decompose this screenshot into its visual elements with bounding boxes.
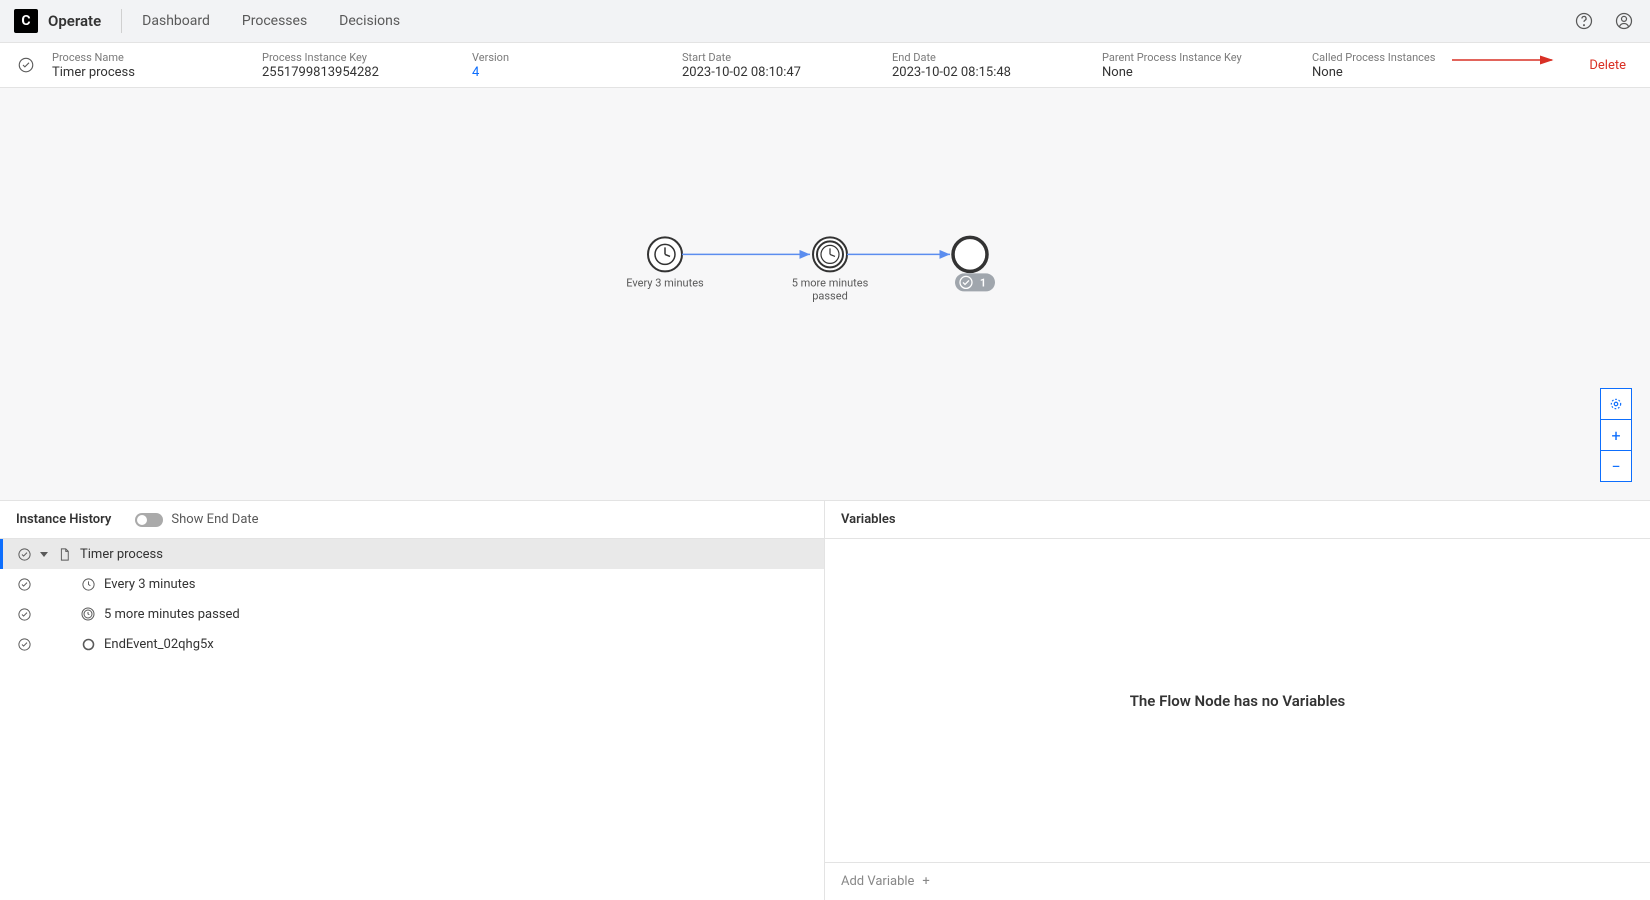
top-bar: C Operate Dashboard Processes Decisions xyxy=(0,0,1650,43)
nav-processes[interactable]: Processes xyxy=(242,13,307,29)
brand-label: Operate xyxy=(48,12,101,30)
clock-double-icon xyxy=(80,606,96,622)
divider xyxy=(121,9,122,33)
variables-title: Variables xyxy=(841,512,896,527)
history-row-process[interactable]: Timer process xyxy=(0,539,824,569)
diagram-area[interactable]: Every 3 minutes 5 more minutes passed 1 xyxy=(0,88,1650,500)
end-event-count: 1 xyxy=(980,276,986,289)
nav-decisions[interactable]: Decisions xyxy=(339,13,400,29)
show-end-date-toggle[interactable]: Show End Date xyxy=(135,512,258,527)
show-end-date-label: Show End Date xyxy=(171,512,258,527)
history-row-end[interactable]: EndEvent_02qhg5x xyxy=(0,629,824,659)
zoom-reset-button[interactable] xyxy=(1600,388,1632,420)
clock-icon xyxy=(80,576,96,592)
zoom-controls: + − xyxy=(1600,389,1632,482)
history-row-timer[interactable]: Every 3 minutes xyxy=(0,569,824,599)
variables-panel: Variables The Flow Node has no Variables… xyxy=(825,501,1650,900)
file-icon xyxy=(56,546,72,562)
process-name: Timer process xyxy=(52,65,262,80)
bottom-panels: Instance History Show End Date Timer pro… xyxy=(0,500,1650,900)
check-icon xyxy=(16,636,32,652)
called-instances: None xyxy=(1312,65,1492,80)
instance-history-header: Instance History Show End Date xyxy=(0,501,824,539)
brand-icon[interactable]: C xyxy=(14,9,38,33)
end-event-icon xyxy=(80,636,96,652)
start-date-label: Start Date xyxy=(682,51,892,64)
delete-button[interactable]: Delete xyxy=(1589,58,1636,73)
add-variable-button[interactable]: Add Variable + xyxy=(825,862,1650,900)
end-event-badge: 1 xyxy=(955,273,995,291)
start-event-node[interactable] xyxy=(648,237,682,271)
called-instances-label: Called Process Instances xyxy=(1312,51,1492,64)
history-list: Timer process Every 3 minutes 5 more min… xyxy=(0,539,824,900)
instance-history-panel: Instance History Show End Date Timer pro… xyxy=(0,501,825,900)
history-row-label: Every 3 minutes xyxy=(104,577,196,592)
intermediate-event-label-2: passed xyxy=(812,289,848,302)
user-icon[interactable] xyxy=(1612,9,1636,33)
process-diagram: Every 3 minutes 5 more minutes passed 1 xyxy=(625,224,1025,344)
check-icon xyxy=(16,546,32,562)
end-event-node[interactable] xyxy=(953,237,987,271)
nav-dashboard[interactable]: Dashboard xyxy=(142,13,210,29)
intermediate-event-node[interactable] xyxy=(813,237,847,271)
end-date-label: End Date xyxy=(892,51,1102,64)
instance-key: 2551799813954282 xyxy=(262,65,472,80)
history-row-label: 5 more minutes passed xyxy=(104,607,240,622)
intermediate-event-label-1: 5 more minutes xyxy=(792,276,869,289)
check-icon xyxy=(16,576,32,592)
history-row-label: Timer process xyxy=(80,547,163,562)
variables-header: Variables xyxy=(825,501,1650,539)
parent-key: None xyxy=(1102,65,1312,80)
status-completed-icon xyxy=(14,53,38,77)
start-date: 2023-10-02 08:10:47 xyxy=(682,65,892,80)
zoom-out-button[interactable]: − xyxy=(1600,450,1632,482)
start-event-label: Every 3 minutes xyxy=(626,276,704,289)
version-link[interactable]: 4 xyxy=(472,65,682,80)
version-label: Version xyxy=(472,51,682,64)
instance-key-label: Process Instance Key xyxy=(262,51,472,64)
instance-header: Process Name Timer process Process Insta… xyxy=(0,43,1650,88)
check-icon xyxy=(16,606,32,622)
add-variable-label: Add Variable xyxy=(841,874,914,889)
instance-history-title: Instance History xyxy=(16,512,111,527)
zoom-in-button[interactable]: + xyxy=(1600,419,1632,451)
history-row-timer[interactable]: 5 more minutes passed xyxy=(0,599,824,629)
end-date: 2023-10-02 08:15:48 xyxy=(892,65,1102,80)
variables-empty-text: The Flow Node has no Variables xyxy=(1130,692,1346,710)
toggle-switch-icon xyxy=(135,513,163,527)
process-name-label: Process Name xyxy=(52,51,262,64)
help-icon[interactable] xyxy=(1572,9,1596,33)
plus-icon: + xyxy=(922,874,929,889)
history-row-label: EndEvent_02qhg5x xyxy=(104,637,214,652)
variables-body: The Flow Node has no Variables xyxy=(825,539,1650,862)
parent-key-label: Parent Process Instance Key xyxy=(1102,51,1312,64)
chevron-down-icon xyxy=(40,552,48,557)
